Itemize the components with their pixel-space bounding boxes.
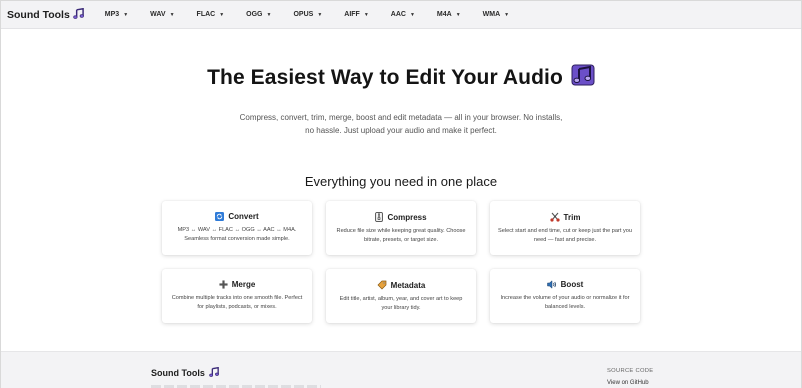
card-description: Reduce file size while keeping great qua… [336, 228, 466, 243]
hero-subtitle: Compress, convert, trim, merge, boost an… [239, 113, 563, 135]
music-note-icon [73, 7, 84, 22]
nav-item-mp3[interactable]: MP3 ▼ [94, 11, 139, 18]
nav-item-ogg[interactable]: OGG ▼ [235, 11, 282, 18]
nav-label: FLAC [196, 11, 216, 18]
brand-name: Sound Tools [7, 8, 70, 21]
feature-card-trim[interactable]: Trim Select start and end time, cut or k… [490, 201, 640, 255]
merge-icon [219, 280, 228, 289]
music-note-icon [205, 366, 219, 379]
footer-brand-name: Sound Tools [151, 368, 205, 378]
card-description: MP3 ↔ WAV ↔ FLAC ↔ OGG ↔ AAC ↔ M4A. Seam… [177, 227, 297, 242]
nav-label: OGG [246, 11, 263, 18]
footer: Sound Tools SOURCE CODE View on GitHub [1, 351, 801, 388]
card-title: Compress [387, 212, 427, 222]
compress-icon [375, 212, 384, 222]
hero-section: The Easiest Way to Edit Your Audio Compr… [1, 29, 801, 137]
nav-label: AAC [390, 11, 406, 18]
speaker-icon [546, 280, 556, 289]
card-title: Trim [563, 212, 581, 222]
feature-card-convert[interactable]: Convert MP3 ↔ WAV ↔ FLAC ↔ OGG ↔ AAC ↔ M… [162, 201, 312, 255]
github-link[interactable]: View on GitHub [607, 380, 653, 386]
hero-title-row: The Easiest Way to Edit Your Audio [207, 64, 595, 92]
card-header: Compress [326, 212, 476, 222]
card-header: Trim [490, 212, 640, 222]
caret-down-icon: ▼ [363, 11, 369, 18]
nav-item-flac[interactable]: FLAC ▼ [186, 11, 236, 18]
nav-label: OPUS [293, 11, 314, 18]
card-description: Select start and end time, cut or keep j… [498, 228, 633, 243]
nav-item-aac[interactable]: AAC ▼ [380, 11, 426, 18]
nav-label: WAV [150, 11, 166, 18]
brand-logo[interactable]: Sound Tools [7, 7, 84, 22]
caret-down-icon: ▼ [504, 11, 510, 18]
caret-down-icon: ▼ [219, 11, 225, 18]
card-description: Edit title, artist, album, year, and cov… [339, 296, 463, 311]
nav-item-opus[interactable]: OPUS ▼ [282, 11, 333, 18]
caret-down-icon: ▼ [409, 11, 415, 18]
nav-label: AIFF [344, 11, 360, 18]
caret-down-icon: ▼ [123, 11, 129, 18]
nav-item-m4a[interactable]: M4A ▼ [426, 11, 472, 18]
feature-card-metadata[interactable]: Metadata Edit title, artist, album, year… [326, 269, 476, 323]
feature-card-merge[interactable]: Merge Combine multiple tracks into one s… [162, 269, 312, 323]
card-title: Metadata [390, 280, 426, 290]
card-header: Boost [490, 280, 640, 289]
nav-label: MP3 [104, 11, 120, 18]
feature-card-compress[interactable]: Compress Reduce file size while keeping … [326, 201, 476, 255]
card-header: Metadata [326, 280, 476, 290]
convert-icon [215, 212, 225, 221]
footer-brand[interactable]: Sound Tools [151, 366, 219, 379]
music-notes-icon [571, 64, 595, 92]
card-description: Combine multiple tracks into one smooth … [171, 295, 303, 310]
tag-icon [377, 280, 387, 290]
caret-down-icon: ▼ [455, 11, 461, 18]
feature-card-boost[interactable]: Boost Increase the volume of your audio … [490, 269, 640, 323]
nav-item-wav[interactable]: WAV ▼ [139, 11, 185, 18]
nav-item-wma[interactable]: WMA ▼ [472, 11, 520, 18]
card-description: Increase the volume of your audio or nor… [500, 295, 630, 310]
footer-source-column: SOURCE CODE View on GitHub [607, 368, 653, 386]
nav-label: WMA [482, 11, 501, 18]
card-header: Merge [162, 280, 312, 289]
nav-label: M4A [436, 11, 452, 18]
card-header: Convert [162, 212, 312, 221]
caret-down-icon: ▼ [266, 11, 272, 18]
card-title: Boost [560, 280, 584, 289]
scissors-icon [549, 212, 560, 222]
card-title: Convert [228, 212, 259, 221]
top-navbar: Sound Tools MP3 ▼ WAV ▼ FLAC ▼ OGG ▼ OPUS ▼ A… [1, 1, 801, 29]
hero-title: The Easiest Way to Edit Your Audio [207, 66, 563, 89]
footer-source-heading: SOURCE CODE [607, 368, 654, 374]
card-title: Merge [231, 280, 256, 289]
features-grid: Convert MP3 ↔ WAV ↔ FLAC ↔ OGG ↔ AAC ↔ M… [162, 201, 640, 323]
caret-down-icon: ▼ [169, 11, 175, 18]
nav-item-aiff[interactable]: AIFF ▼ [333, 11, 380, 18]
features-title: Everything you need in one place [304, 174, 498, 189]
caret-down-icon: ▼ [317, 11, 323, 18]
